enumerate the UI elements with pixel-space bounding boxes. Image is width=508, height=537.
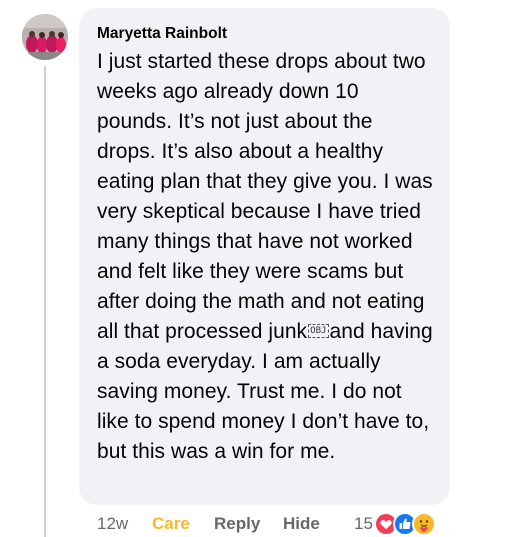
avatar[interactable]: [22, 14, 68, 60]
comment-bubble: Maryetta Rainbolt I just started these d…: [79, 8, 450, 505]
reaction-icons[interactable]: [373, 512, 436, 536]
reply-button[interactable]: Reply: [214, 514, 283, 534]
comment-actions: 12w Care Reply Hide 15: [97, 512, 436, 536]
care-icon: [411, 512, 436, 536]
avatar-photo: [22, 14, 68, 60]
hide-button[interactable]: Hide: [283, 514, 354, 534]
comment-timestamp[interactable]: 12w: [97, 514, 152, 534]
comment-text: I just started these drops about two wee…: [97, 47, 437, 467]
comment-text-part-1: I just started these drops about two wee…: [97, 50, 433, 343]
object-replacement-icon: OBJ: [308, 324, 329, 338]
care-reaction-button[interactable]: Care: [152, 514, 214, 534]
thread-line: [44, 66, 46, 537]
comment-author[interactable]: Maryetta Rainbolt: [97, 24, 432, 44]
reaction-count[interactable]: 15: [354, 514, 373, 534]
